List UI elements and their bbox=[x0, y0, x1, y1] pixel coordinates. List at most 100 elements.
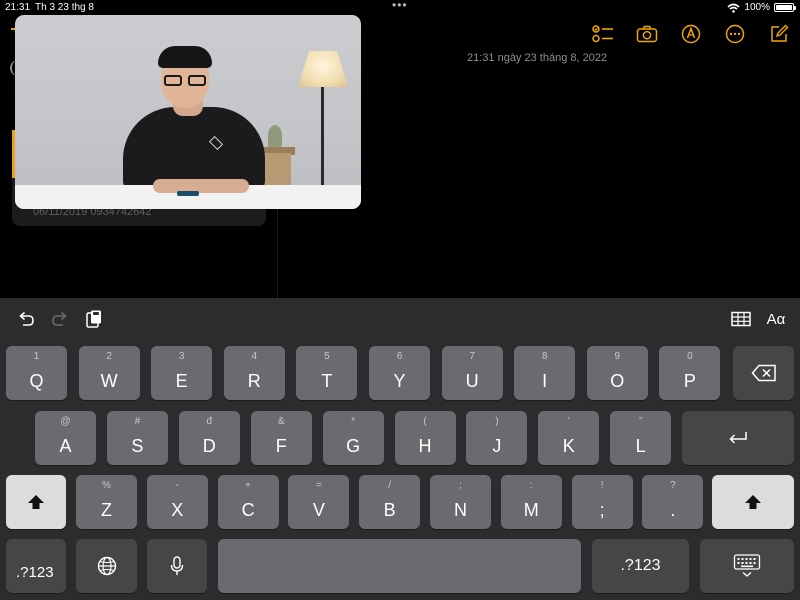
key-4[interactable]: & F bbox=[250, 411, 312, 465]
key-label: L bbox=[635, 436, 646, 456]
key-label: M bbox=[523, 500, 539, 520]
key-label: T bbox=[321, 371, 333, 391]
camera-icon bbox=[636, 25, 658, 43]
return-icon bbox=[729, 432, 747, 444]
key-5[interactable]: * G bbox=[322, 411, 384, 465]
key-7[interactable]: ) J bbox=[466, 411, 528, 465]
key-hint: ” bbox=[639, 416, 643, 427]
keyboard-dismiss-icon bbox=[733, 554, 761, 577]
key-8[interactable]: 8I bbox=[514, 346, 576, 400]
return-key[interactable] bbox=[682, 411, 794, 465]
key-hint: ? bbox=[670, 480, 676, 491]
key-label: P bbox=[683, 371, 696, 391]
key-7[interactable]: :M bbox=[500, 475, 562, 529]
key-label: E bbox=[175, 371, 188, 391]
table-button[interactable] bbox=[729, 308, 753, 330]
status-bar: 21:31 Th 3 23 thg 8 ••• 100% bbox=[0, 0, 800, 16]
key-label: F bbox=[275, 436, 287, 456]
key-label: I bbox=[542, 371, 548, 391]
shift-right-key[interactable] bbox=[712, 475, 794, 529]
key-label: O bbox=[610, 371, 625, 391]
key-6[interactable]: (H bbox=[394, 411, 456, 465]
key-hint: ! bbox=[600, 480, 604, 491]
key-1[interactable]: @ A bbox=[35, 411, 96, 465]
pip-video-window[interactable] bbox=[15, 15, 361, 209]
key-1[interactable]: % Z bbox=[76, 475, 137, 529]
key-label: G bbox=[346, 436, 361, 456]
paste-button[interactable] bbox=[82, 308, 106, 330]
key-5[interactable]: / B bbox=[359, 475, 421, 529]
numbers-key-right-label: .?123 bbox=[620, 557, 661, 574]
key-hint: 0 bbox=[687, 351, 693, 362]
key-2[interactable]: -X bbox=[146, 475, 208, 529]
compose-icon bbox=[771, 24, 789, 42]
key-label: N bbox=[454, 500, 467, 520]
video-phone bbox=[177, 191, 199, 196]
key-hint: 9 bbox=[614, 351, 621, 362]
redo-button[interactable] bbox=[48, 308, 72, 330]
key-hint: # bbox=[134, 416, 141, 427]
hide-keyboard-key[interactable] bbox=[700, 539, 794, 593]
globe-key[interactable] bbox=[76, 539, 137, 593]
key-8[interactable]: ’ K bbox=[538, 411, 600, 465]
key-3[interactable]: đD bbox=[178, 411, 240, 465]
table-icon bbox=[731, 311, 751, 327]
key-hint: 7 bbox=[469, 351, 475, 362]
key-label: C bbox=[241, 500, 255, 520]
key-3[interactable]: 3E bbox=[151, 346, 213, 400]
key-label: W bbox=[100, 371, 118, 391]
markup-button[interactable] bbox=[676, 22, 706, 46]
key-3[interactable]: + C bbox=[217, 475, 279, 529]
key-9[interactable]: ?. bbox=[642, 475, 704, 529]
key-label: Z bbox=[101, 500, 112, 520]
dictation-key[interactable] bbox=[147, 539, 207, 593]
key-hint: ( bbox=[423, 416, 427, 427]
key-2[interactable]: 2W bbox=[78, 346, 140, 400]
onscreen-keyboard: Aα 1Q2W3E4R5T6Y7U8I9O0P @ A # Sđ D & F * G(H) J’ K… bbox=[0, 298, 800, 600]
status-right: 100% bbox=[727, 2, 796, 13]
text-format-button[interactable]: Aα bbox=[762, 308, 790, 330]
key-hint: : bbox=[529, 480, 533, 491]
shift-icon bbox=[745, 495, 761, 509]
key-hint: + bbox=[245, 480, 252, 491]
status-date: Th 3 23 thg 8 bbox=[35, 2, 94, 13]
key-label: R bbox=[247, 371, 261, 391]
more-icon bbox=[725, 24, 745, 44]
markup-icon bbox=[681, 24, 701, 44]
key-label: Q bbox=[29, 371, 44, 391]
key-hint: = bbox=[315, 480, 322, 491]
key-hint: ) bbox=[495, 416, 499, 427]
key-8[interactable]: !; bbox=[571, 475, 633, 529]
key-hint: 5 bbox=[324, 351, 330, 362]
key-label: . bbox=[670, 500, 676, 520]
key-1[interactable]: 1Q bbox=[6, 346, 67, 400]
key-10[interactable]: 0P bbox=[659, 346, 721, 400]
undo-button[interactable] bbox=[14, 308, 38, 330]
key-hint: & bbox=[277, 416, 285, 427]
checklist-button[interactable] bbox=[588, 22, 618, 46]
key-7[interactable]: 7U bbox=[441, 346, 503, 400]
key-2[interactable]: # S bbox=[106, 411, 168, 465]
space-key[interactable] bbox=[218, 539, 581, 593]
checklist-icon bbox=[592, 25, 613, 43]
key-5[interactable]: 5T bbox=[296, 346, 358, 400]
video-presenter-hair bbox=[158, 46, 212, 68]
shift-left-key[interactable] bbox=[6, 475, 66, 529]
key-6[interactable]: ; N bbox=[430, 475, 491, 529]
key-4[interactable]: 4R bbox=[223, 346, 285, 400]
backspace-key[interactable] bbox=[733, 346, 794, 400]
key-label: X bbox=[171, 500, 184, 520]
key-9[interactable]: 9O bbox=[586, 346, 648, 400]
status-time: 21:31 bbox=[5, 2, 31, 13]
key-6[interactable]: 6Y bbox=[369, 346, 430, 400]
key-9[interactable]: ” L bbox=[610, 411, 672, 465]
compose-button[interactable] bbox=[764, 22, 794, 46]
key-4[interactable]: = V bbox=[288, 475, 350, 529]
multitask-dots[interactable]: ••• bbox=[392, 0, 408, 12]
numbers-key-right[interactable]: .?123 bbox=[592, 539, 689, 593]
camera-button[interactable] bbox=[632, 22, 662, 46]
keyboard-shortcut-bar: Aα bbox=[0, 298, 800, 338]
numbers-key-left[interactable]: .?123 bbox=[6, 539, 66, 593]
more-button[interactable] bbox=[720, 22, 750, 46]
key-hint: 1 bbox=[33, 351, 40, 362]
